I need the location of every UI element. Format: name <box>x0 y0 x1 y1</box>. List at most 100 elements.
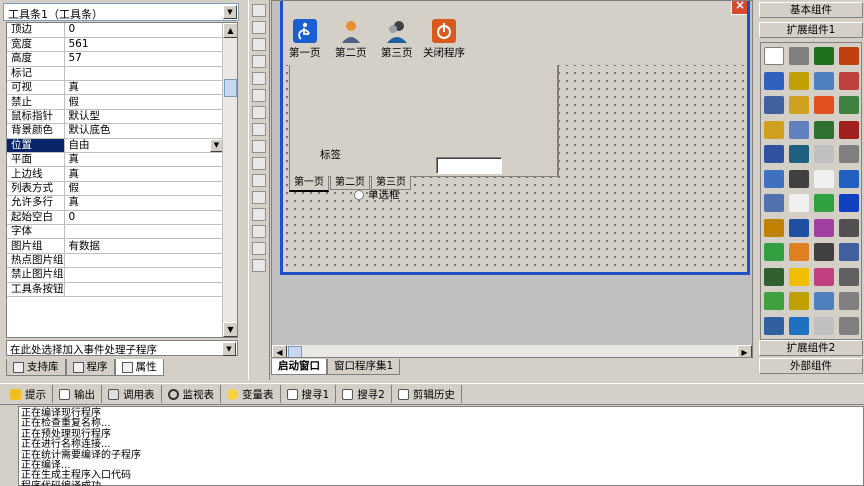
component-icon[interactable] <box>789 194 809 212</box>
property-value[interactable] <box>64 66 223 82</box>
component-icon[interactable] <box>789 267 809 286</box>
property-row[interactable]: 宽度 561 <box>7 37 223 53</box>
hspace-icon[interactable] <box>252 174 266 187</box>
component-icon[interactable] <box>839 218 859 237</box>
component-icon[interactable] <box>789 71 809 90</box>
event-select[interactable]: 在此处选择加入事件处理子程序 ▼ <box>6 340 238 356</box>
component-icon[interactable] <box>764 194 784 212</box>
property-value[interactable]: 561 <box>64 37 223 53</box>
form-tab-page3[interactable]: 第三页 <box>371 176 411 190</box>
property-row[interactable]: 顶边 0 <box>7 23 223 38</box>
tab-startup-window[interactable]: 启动窗口 <box>271 359 327 375</box>
component-icon[interactable] <box>839 316 859 335</box>
property-value[interactable]: 默认型 <box>64 109 223 125</box>
property-value[interactable] <box>64 224 223 240</box>
property-scrollbar[interactable]: ▲ ▼ <box>222 23 237 337</box>
property-row[interactable]: 可视真 <box>7 80 223 96</box>
component-icon[interactable] <box>814 47 834 65</box>
property-value[interactable] <box>64 253 223 269</box>
component-icon[interactable] <box>789 47 809 65</box>
property-value[interactable]: 默认底色 <box>64 123 223 139</box>
property-row[interactable]: 允许多行真 <box>7 195 223 211</box>
tab-clip-history[interactable]: 剪辑历史 <box>392 385 462 403</box>
component-icon[interactable] <box>814 316 834 335</box>
tab-properties[interactable]: 属性 <box>114 359 164 376</box>
align-left-icon[interactable] <box>252 21 266 34</box>
property-value[interactable]: 真 <box>64 80 223 96</box>
component-icon[interactable] <box>789 169 809 188</box>
toolbar-button-page2[interactable]: 第二页 <box>335 19 367 60</box>
component-icon[interactable] <box>789 292 809 310</box>
property-row[interactable]: 图片组 有数据 <box>7 238 223 254</box>
property-value[interactable]: 真 <box>64 152 223 168</box>
send-back-icon[interactable] <box>252 259 266 272</box>
component-icon[interactable] <box>764 120 784 139</box>
scroll-up-icon[interactable]: ▲ <box>223 23 237 38</box>
scroll-down-icon[interactable]: ▼ <box>223 322 237 337</box>
component-icon[interactable] <box>814 120 834 139</box>
property-row[interactable]: 字体 <box>7 224 223 240</box>
align-middle-icon[interactable] <box>252 89 266 102</box>
object-select[interactable]: 工具条1（工具条） ▼ <box>3 3 239 21</box>
scroll-right-icon[interactable]: ▶ <box>737 345 752 357</box>
property-row[interactable]: 鼠标指针 默认型 <box>7 109 223 125</box>
center-h-icon[interactable] <box>252 208 266 221</box>
align-center-icon[interactable] <box>252 38 266 51</box>
component-icon[interactable] <box>789 96 809 114</box>
component-icon[interactable] <box>814 145 834 163</box>
property-row[interactable]: 高度 57 <box>7 51 223 67</box>
tab-hint[interactable]: 提示 <box>4 385 53 403</box>
label-control[interactable]: 标签 <box>320 147 341 162</box>
component-icon[interactable] <box>764 71 784 90</box>
component-icon[interactable] <box>814 169 834 188</box>
component-icon[interactable] <box>814 267 834 286</box>
form-tab-page1[interactable]: 第一页 <box>289 176 329 192</box>
component-icon[interactable] <box>839 169 859 188</box>
property-row[interactable]: 热点图片组 <box>7 253 223 269</box>
property-row[interactable]: 起始空白 0 <box>7 210 223 225</box>
component-header-ext1[interactable]: 扩展组件1 <box>759 22 863 38</box>
center-v-icon[interactable] <box>252 225 266 238</box>
vspace-icon[interactable] <box>252 191 266 204</box>
property-value[interactable]: 自由 ▼ <box>64 138 223 154</box>
component-icon[interactable] <box>839 292 859 310</box>
property-row[interactable]: 平面真 <box>7 152 223 168</box>
tab-program[interactable]: 程序 <box>65 359 115 376</box>
component-icon[interactable] <box>814 218 834 237</box>
toolbar-button-close-program[interactable]: 关闭程序 <box>423 19 465 60</box>
property-value[interactable]: 有数据 <box>64 238 223 254</box>
component-header-ext2[interactable]: 扩展组件2 <box>759 340 863 356</box>
form-window[interactable]: 第一页 第二页 第三页 关闭程序 标签 单选框 第一页 第二页 第三页 × <box>280 1 750 275</box>
component-icon[interactable] <box>814 243 834 261</box>
component-icon[interactable] <box>764 292 784 310</box>
tab-control-panel[interactable]: 标签 单选框 <box>289 65 559 201</box>
component-icon[interactable] <box>789 218 809 237</box>
bring-front-icon[interactable] <box>252 242 266 255</box>
tab-watch-table[interactable]: 监视表 <box>162 385 221 403</box>
property-value[interactable]: 57 <box>64 51 223 67</box>
component-icon[interactable] <box>764 169 784 188</box>
tab-support-lib[interactable]: 支持库 <box>6 359 66 376</box>
component-icon[interactable] <box>839 47 859 65</box>
chevron-down-icon[interactable]: ▼ <box>222 342 236 356</box>
toolbar-control[interactable]: 第一页 第二页 第三页 关闭程序 <box>283 13 747 65</box>
component-icon[interactable] <box>814 96 834 114</box>
component-icon[interactable] <box>789 243 809 261</box>
component-icon[interactable] <box>839 194 859 212</box>
component-icon[interactable] <box>814 194 834 212</box>
property-value[interactable]: 0 <box>64 210 223 225</box>
property-row[interactable]: 工具条按钮 <box>7 282 223 297</box>
scroll-thumb[interactable] <box>288 346 302 357</box>
property-value[interactable] <box>64 267 223 283</box>
property-value[interactable]: 0 <box>64 23 223 38</box>
property-value[interactable]: 假 <box>64 181 223 197</box>
property-row[interactable]: 禁止假 <box>7 94 223 110</box>
align-grid-icon[interactable] <box>252 4 266 17</box>
tab-output[interactable]: 输出 <box>53 385 102 403</box>
component-icon[interactable] <box>789 145 809 163</box>
component-icon[interactable] <box>764 243 784 261</box>
property-value[interactable]: 真 <box>64 195 223 211</box>
property-row[interactable]: 禁止图片组 <box>7 267 223 283</box>
component-header-external[interactable]: 外部组件 <box>759 358 863 374</box>
form-tab-page2[interactable]: 第二页 <box>330 176 370 190</box>
